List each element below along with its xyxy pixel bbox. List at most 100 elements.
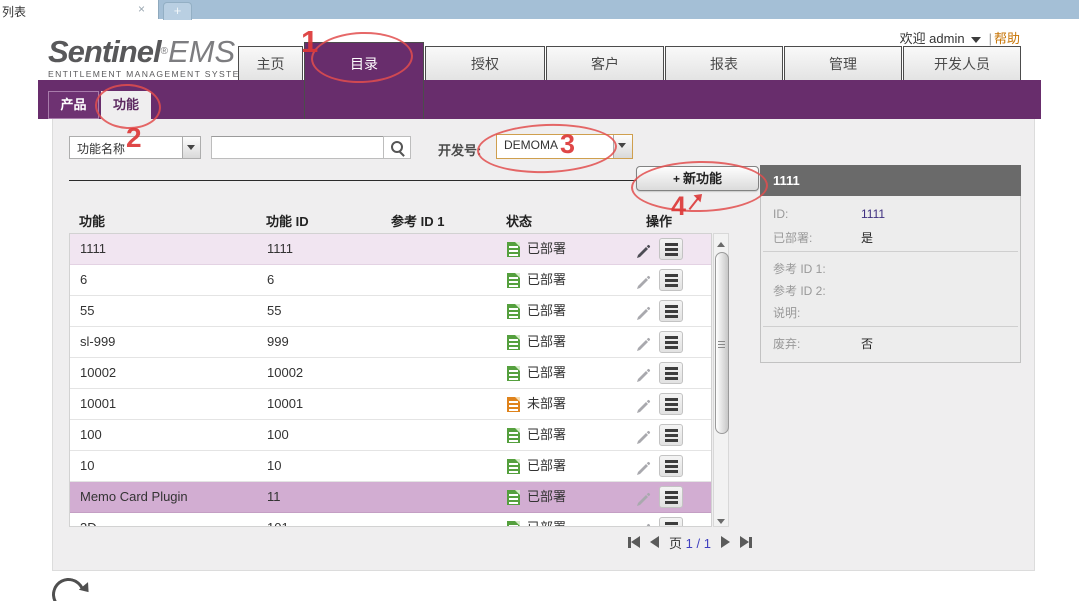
browser-tab[interactable]: 列表 ×	[0, 0, 159, 19]
col-actions: 操作	[646, 211, 672, 230]
edit-icon[interactable]	[635, 334, 651, 350]
menu-icon[interactable]	[659, 393, 683, 415]
table-row[interactable]: Memo Card Plugin11已部署	[70, 482, 711, 513]
table-row[interactable]: 1000210002已部署	[70, 358, 711, 389]
new-tab-button[interactable]: +	[163, 2, 192, 20]
feature-name: 1111	[80, 234, 106, 264]
scroll-down-icon[interactable]	[714, 511, 728, 526]
logo-ems: EMS	[168, 34, 235, 69]
dropdown-button[interactable]	[613, 135, 632, 158]
feature-name: 6	[80, 265, 87, 295]
col-status: 状态	[506, 211, 532, 230]
chevron-down-icon	[187, 145, 195, 150]
subnav-band	[38, 80, 1041, 119]
detail-field-value: 1111	[861, 207, 885, 221]
tab-catalog[interactable]: 目录	[304, 42, 424, 119]
detail-divider	[763, 251, 1018, 252]
edit-icon[interactable]	[635, 427, 651, 443]
plus-icon: +	[174, 3, 182, 18]
menu-icon[interactable]	[659, 238, 683, 260]
sentinel-ems-screen: 列表 × + Sentinel®EMS ENTITLEMENT MANAGEME…	[0, 0, 1079, 601]
status-undeployed-icon	[507, 397, 520, 412]
tab-home[interactable]: 主页	[238, 46, 303, 83]
table-body: 11111111已部署66已部署5555已部署sl-999999已部署10002…	[69, 233, 712, 527]
next-page-icon[interactable]	[721, 536, 730, 548]
edit-icon[interactable]	[635, 272, 651, 288]
actions-cell	[635, 482, 710, 512]
edit-icon[interactable]	[635, 520, 651, 527]
table-header: 功能 功能 ID 参考 ID 1 状态 操作	[69, 203, 712, 233]
welcome-label[interactable]: 欢迎 admin	[900, 31, 965, 46]
menu-icon[interactable]	[659, 269, 683, 291]
subtab-products[interactable]: 产品	[48, 91, 99, 119]
actions-cell	[635, 296, 710, 326]
dropdown-button[interactable]	[182, 137, 200, 158]
last-page-icon[interactable]	[740, 536, 752, 548]
detail-panel-title: 1111	[760, 165, 1021, 196]
actions-cell	[635, 327, 710, 357]
table-row[interactable]: 1010已部署	[70, 451, 711, 482]
menu-icon[interactable]	[659, 300, 683, 322]
table-scrollbar[interactable]	[713, 233, 729, 527]
prev-page-icon[interactable]	[650, 536, 659, 548]
status-label: 已部署	[527, 420, 566, 450]
first-page-icon[interactable]	[628, 536, 640, 548]
edit-icon[interactable]	[635, 458, 651, 474]
search-input[interactable]	[211, 136, 384, 159]
status-label: 已部署	[527, 482, 566, 512]
menu-icon[interactable]	[659, 517, 683, 527]
new-feature-button[interactable]: +新功能	[636, 166, 759, 191]
edit-icon[interactable]	[635, 489, 651, 505]
logo: Sentinel®EMS ENTITLEMENT MANAGEMENT SYST…	[48, 36, 248, 79]
feature-id: 10	[267, 451, 281, 481]
menu-icon[interactable]	[659, 362, 683, 384]
feature-name: 3D	[80, 513, 97, 527]
logo-registered-mark: ®	[161, 46, 168, 57]
new-feature-label: 新功能	[683, 171, 722, 186]
menu-icon[interactable]	[659, 455, 683, 477]
status-cell: 已部署	[507, 327, 566, 357]
search-field-select[interactable]: 功能名称	[69, 136, 201, 159]
feature-id: 6	[267, 265, 274, 295]
menu-icon[interactable]	[659, 424, 683, 446]
status-deployed-icon	[507, 459, 520, 474]
feature-name: 10002	[80, 358, 116, 388]
edit-icon[interactable]	[635, 303, 651, 319]
col-feature: 功能	[79, 211, 105, 230]
help-link[interactable]: 帮助	[994, 31, 1020, 46]
menu-icon[interactable]	[659, 331, 683, 353]
actions-cell	[635, 513, 710, 527]
tab-reports[interactable]: 报表	[665, 46, 783, 83]
menu-icon[interactable]	[659, 486, 683, 508]
scrollbar-thumb[interactable]	[715, 252, 729, 434]
table-row[interactable]: 100100已部署	[70, 420, 711, 451]
detail-field-label: 废弃:	[773, 335, 800, 352]
edit-icon[interactable]	[635, 396, 651, 412]
search-icon	[391, 141, 403, 153]
scroll-up-icon[interactable]	[714, 234, 728, 249]
edit-icon[interactable]	[635, 365, 651, 381]
tab-developers[interactable]: 开发人员	[903, 46, 1021, 83]
table-row[interactable]: 3D101已部署	[70, 513, 711, 527]
status-cell: 已部署	[507, 265, 566, 295]
subtab-features[interactable]: 功能	[101, 91, 151, 119]
close-icon[interactable]: ×	[138, 2, 145, 16]
table-row[interactable]: 5555已部署	[70, 296, 711, 327]
status-deployed-icon	[507, 242, 520, 257]
tab-admin[interactable]: 管理	[784, 46, 902, 83]
edit-icon[interactable]	[635, 241, 651, 257]
table-row[interactable]: 11111111已部署	[70, 234, 711, 265]
table-row[interactable]: 1000110001未部署	[70, 389, 711, 420]
chevron-down-icon	[618, 143, 626, 148]
table-row[interactable]: 6 6 已部署	[70, 265, 711, 296]
user-menu-caret-icon[interactable]	[971, 37, 981, 43]
status-label: 已部署	[527, 327, 566, 357]
feature-id: 55	[267, 296, 281, 326]
detail-field: 说明:	[773, 300, 1008, 322]
tab-entitlements[interactable]: 授权	[425, 46, 545, 83]
table-row[interactable]: sl-999999已部署	[70, 327, 711, 358]
search-button[interactable]	[383, 136, 411, 159]
developer-id-select[interactable]: DEMOMA	[496, 134, 633, 159]
tab-customers[interactable]: 客户	[546, 46, 664, 83]
status-deployed-icon	[507, 335, 520, 350]
